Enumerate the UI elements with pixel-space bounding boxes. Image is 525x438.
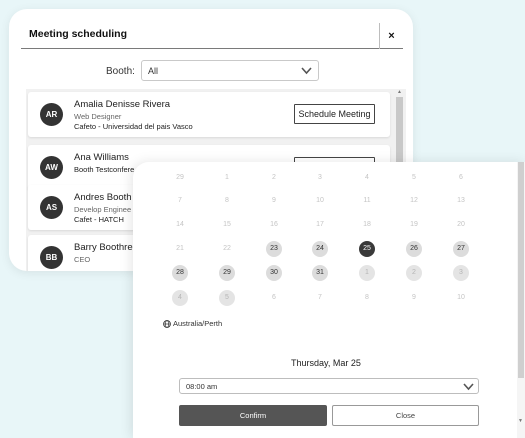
calendar-day: 8 <box>225 197 229 204</box>
confirm-button[interactable]: Confirm <box>179 405 327 426</box>
calendar-day-selected[interactable]: 25 <box>359 241 375 257</box>
schedule-meeting-button[interactable]: Schedule Meeting <box>294 104 375 124</box>
attendee-company: Cafet - HATCH <box>74 215 124 224</box>
calendar-day: 17 <box>316 221 324 228</box>
calendar-day: 20 <box>457 221 465 228</box>
time-select[interactable]: 08:00 am <box>179 378 479 394</box>
calendar-day: 19 <box>410 221 418 228</box>
attendee-name: Ana Williams <box>74 152 129 163</box>
calendar-day: 29 <box>176 174 184 181</box>
calendar-day[interactable]: 30 <box>266 265 282 281</box>
calendar-day: 13 <box>457 197 465 204</box>
calendar-day: 10 <box>316 197 324 204</box>
calendar-day: 9 <box>272 197 276 204</box>
calendar-day[interactable]: 24 <box>312 241 328 257</box>
chevron-down-icon <box>301 67 312 75</box>
calendar-day: 1 <box>359 265 375 281</box>
attendee-name: Andres Booth <box>74 192 132 203</box>
timezone-label: Australia/Perth <box>163 319 222 328</box>
booth-select-value: All <box>148 66 159 76</box>
attendee-role: CEO <box>74 255 91 264</box>
attendee-company: Booth Testconfere <box>74 165 135 174</box>
scroll-up-icon[interactable]: ▲ <box>397 89 402 95</box>
calendar-scrollbar[interactable]: ▼ <box>517 162 525 438</box>
calendar-day: 6 <box>459 174 463 181</box>
calendar-day[interactable]: 31 <box>312 265 328 281</box>
calendar-day[interactable]: 28 <box>172 265 188 281</box>
attendee-name: Amalia Denisse Rivera <box>74 99 171 110</box>
time-select-value: 08:00 am <box>186 382 218 391</box>
calendar-day: 18 <box>363 221 371 228</box>
calendar-day: 2 <box>406 265 422 281</box>
timezone-text: Australia/Perth <box>173 319 223 328</box>
close-button[interactable]: Close <box>332 405 479 426</box>
calendar-day: 7 <box>178 197 182 204</box>
calendar-day: 9 <box>412 294 416 301</box>
chevron-down-icon <box>463 383 474 391</box>
avatar: AS <box>40 196 63 219</box>
calendar-day[interactable]: 27 <box>453 241 469 257</box>
calendar-day: 4 <box>365 174 369 181</box>
attendee-role: Develop Enginee <box>74 205 132 214</box>
booth-label: Booth: <box>106 66 135 77</box>
calendar-day: 22 <box>223 245 231 252</box>
avatar: AW <box>40 156 63 179</box>
avatar: BB <box>40 246 63 269</box>
calendar-day: 8 <box>365 294 369 301</box>
calendar-day: 2 <box>272 174 276 181</box>
calendar-day: 21 <box>176 245 184 252</box>
calendar-day: 5 <box>412 174 416 181</box>
calendar-day: 16 <box>270 221 278 228</box>
modal-header: Meeting scheduling × <box>21 23 403 49</box>
calendar-day[interactable]: 29 <box>219 265 235 281</box>
calendar-day[interactable]: 26 <box>406 241 422 257</box>
booth-select[interactable]: All <box>141 60 319 81</box>
calendar-day: 1 <box>225 174 229 181</box>
calendar-day: 6 <box>272 294 276 301</box>
attendee-company: Cafeto - Universidad del pais Vasco <box>74 122 193 131</box>
list-item: AR Amalia Denisse Rivera Web Designer Ca… <box>28 92 390 137</box>
avatar: AR <box>40 103 63 126</box>
attendee-role: Web Designer <box>74 112 122 121</box>
calendar-day: 3 <box>453 265 469 281</box>
calendar-day: 15 <box>223 221 231 228</box>
attendee-name: Barry Boothre <box>74 242 133 253</box>
calendar-day[interactable]: 23 <box>266 241 282 257</box>
globe-icon <box>163 320 171 328</box>
calendar-day: 10 <box>457 294 465 301</box>
calendar-day: 7 <box>318 294 322 301</box>
scrollbar-thumb[interactable] <box>518 162 524 378</box>
scroll-down-icon[interactable]: ▼ <box>518 418 523 424</box>
calendar-day: 4 <box>172 290 188 306</box>
selected-date-heading: Thursday, Mar 25 <box>291 358 361 368</box>
calendar-day: 14 <box>176 221 184 228</box>
calendar-day: 3 <box>318 174 322 181</box>
calendar-day: 11 <box>363 197 371 204</box>
modal-title: Meeting scheduling <box>29 28 128 40</box>
calendar-panel: 29 1 2 3 4 5 6 7 8 9 10 11 12 13 14 15 16 17 18 19 20 21 22 23 2… <box>133 162 525 438</box>
close-icon[interactable]: × <box>379 23 403 49</box>
calendar-day: 5 <box>219 290 235 306</box>
calendar-day: 12 <box>410 197 418 204</box>
